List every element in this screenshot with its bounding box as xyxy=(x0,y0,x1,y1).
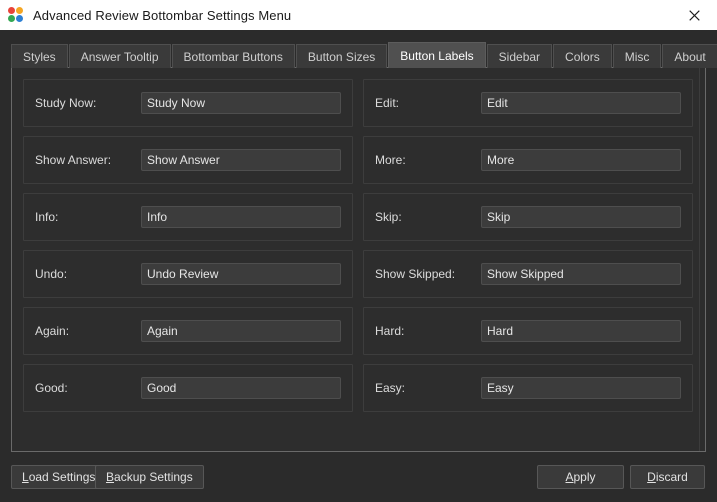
input-hard[interactable] xyxy=(481,320,681,342)
button-labels-grid: Study Now: Show Answer: Info: Undo: Agai xyxy=(23,79,694,412)
label-more: More: xyxy=(375,153,406,167)
label-edit: Edit: xyxy=(375,96,400,110)
dialog-button-bar: Load Settings Backup Settings Apply Disc… xyxy=(0,462,717,502)
label-show-answer: Show Answer: xyxy=(35,153,112,167)
field-group-skip: Skip: xyxy=(363,193,693,241)
input-show-answer[interactable] xyxy=(141,149,341,171)
discard-mnemonic: D xyxy=(647,470,656,484)
apply-button[interactable]: Apply xyxy=(537,465,624,489)
tab-misc[interactable]: Misc xyxy=(612,44,662,68)
tab-about[interactable]: About xyxy=(662,44,717,68)
tab-sidebar[interactable]: Sidebar xyxy=(486,44,553,68)
apply-label: pply xyxy=(573,470,596,484)
backup-settings-label: ackup Settings xyxy=(114,470,193,484)
input-skip[interactable] xyxy=(481,206,681,228)
tab-button-labels[interactable]: Button Labels xyxy=(388,42,486,68)
field-group-show-skipped: Show Skipped: xyxy=(363,250,693,298)
tab-styles[interactable]: Styles xyxy=(11,44,68,68)
window-title: Advanced Review Bottombar Settings Menu xyxy=(33,7,292,23)
label-info: Info: xyxy=(35,210,59,224)
field-group-show-answer: Show Answer: xyxy=(23,136,353,184)
field-group-undo: Undo: xyxy=(23,250,353,298)
tab-colors[interactable]: Colors xyxy=(553,44,612,68)
field-group-info: Info: xyxy=(23,193,353,241)
left-column: Study Now: Show Answer: Info: Undo: Agai xyxy=(23,79,353,412)
label-again: Again: xyxy=(35,324,70,338)
field-group-edit: Edit: xyxy=(363,79,693,127)
right-column: Edit: More: Skip: Show Skipped: Hard: xyxy=(363,79,693,412)
input-more[interactable] xyxy=(481,149,681,171)
load-settings-button[interactable]: Load Settings xyxy=(11,465,107,489)
tab-button-sizes[interactable]: Button Sizes xyxy=(295,44,388,68)
input-study-now[interactable] xyxy=(141,92,341,114)
tab-bar: Styles Answer Tooltip Bottombar Buttons … xyxy=(11,42,717,68)
label-hard: Hard: xyxy=(375,324,405,338)
input-show-skipped[interactable] xyxy=(481,263,681,285)
load-settings-label: oad Settings xyxy=(28,470,96,484)
discard-label: iscard xyxy=(655,470,688,484)
panel-right-divider xyxy=(699,68,700,451)
input-edit[interactable] xyxy=(481,92,681,114)
label-good: Good: xyxy=(35,381,68,395)
backup-settings-mnemonic: B xyxy=(106,470,115,484)
label-study-now: Study Now: xyxy=(35,96,97,110)
apply-mnemonic: A xyxy=(565,470,574,484)
input-good[interactable] xyxy=(141,377,341,399)
input-info[interactable] xyxy=(141,206,341,228)
input-easy[interactable] xyxy=(481,377,681,399)
load-settings-mnemonic: L xyxy=(22,470,29,484)
anki-dots-icon xyxy=(8,7,24,23)
field-group-good: Good: xyxy=(23,364,353,412)
field-group-study-now: Study Now: xyxy=(23,79,353,127)
field-group-hard: Hard: xyxy=(363,307,693,355)
settings-dialog: Styles Answer Tooltip Bottombar Buttons … xyxy=(0,30,717,502)
label-show-skipped: Show Skipped: xyxy=(375,267,456,281)
tab-bottombar-buttons[interactable]: Bottombar Buttons xyxy=(171,44,295,68)
window-titlebar: Advanced Review Bottombar Settings Menu xyxy=(0,0,717,30)
label-skip: Skip: xyxy=(375,210,402,224)
input-undo[interactable] xyxy=(141,263,341,285)
input-again[interactable] xyxy=(141,320,341,342)
label-undo: Undo: xyxy=(35,267,68,281)
tab-answer-tooltip[interactable]: Answer Tooltip xyxy=(68,44,171,68)
button-labels-panel: Study Now: Show Answer: Info: Undo: Agai xyxy=(11,67,706,452)
backup-settings-button[interactable]: Backup Settings xyxy=(95,465,204,489)
label-easy: Easy: xyxy=(375,381,406,395)
field-group-more: More: xyxy=(363,136,693,184)
close-icon[interactable] xyxy=(671,0,717,30)
field-group-easy: Easy: xyxy=(363,364,693,412)
discard-button[interactable]: Discard xyxy=(630,465,705,489)
field-group-again: Again: xyxy=(23,307,353,355)
